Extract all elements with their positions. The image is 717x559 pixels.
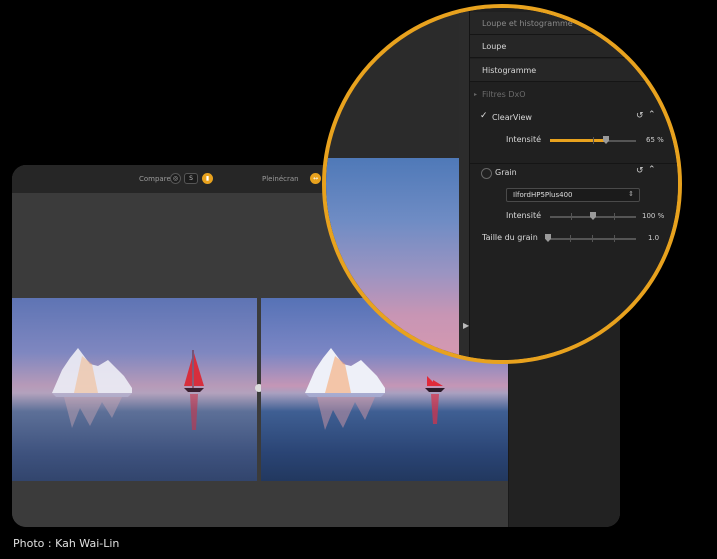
grain-intensity-slider[interactable] <box>550 210 636 224</box>
filters-header[interactable]: ▸ Filtres DxO <box>470 88 678 102</box>
clearview-checkbox-icon[interactable]: ✓ <box>480 111 488 121</box>
grain-checkbox-icon[interactable] <box>481 168 492 179</box>
expand-filters-icon: ▸ <box>474 91 478 98</box>
loupe-label: Loupe <box>482 42 507 51</box>
slider-tick <box>592 235 593 242</box>
histogram-section[interactable]: Histogramme <box>470 59 678 82</box>
iceberg-scene-before <box>52 348 204 430</box>
compare-eye-icon[interactable]: ◎ <box>170 173 181 184</box>
slider-fill <box>550 139 606 142</box>
slider-tick <box>571 213 572 220</box>
compare-label: Comparer <box>139 175 174 183</box>
dxo-settings-panel: Loupe et histogramme Loupe Histogramme ▸… <box>469 8 678 360</box>
grain-size-value: 1.0 <box>648 234 660 242</box>
photo-before <box>12 298 257 481</box>
dropdown-arrows-icon: ⇕ <box>628 190 634 198</box>
magnifier-lens: ▶ Loupe et histogramme Loupe Histogramme… <box>322 4 682 364</box>
clearview-header[interactable]: ✓ ClearView ↺ ⌃ <box>470 110 678 128</box>
slider-tick <box>614 235 615 242</box>
grain-label: Grain <box>495 168 517 177</box>
before-after-label: Pleinécran <box>262 175 299 183</box>
clearview-intensity-slider[interactable] <box>550 134 636 148</box>
clearview-intensity-row: Intensité 65 % <box>470 134 678 148</box>
loupe-histogram-section[interactable]: Loupe et histogramme <box>470 12 678 35</box>
split-view-label: S <box>189 175 193 182</box>
reset-grain-icon[interactable]: ↺ <box>636 166 644 176</box>
split-active-icon[interactable]: ▮ <box>202 173 213 184</box>
grain-size-slider[interactable] <box>545 232 636 246</box>
grain-size-label: Taille du grain <box>482 233 538 242</box>
clearview-intensity-label: Intensité <box>506 135 542 144</box>
split-view-button[interactable]: S <box>184 173 198 184</box>
panel-gutter <box>459 8 469 360</box>
grain-intensity-label: Intensité <box>506 211 542 220</box>
clearview-label: ClearView <box>492 113 532 122</box>
collapse-grain-chevron-icon[interactable]: ⌃ <box>648 165 656 175</box>
histogram-label: Histogramme <box>482 66 537 75</box>
before-after-toggle[interactable]: ↔ <box>310 173 321 184</box>
grain-header[interactable]: Grain ↺ ⌃ <box>470 163 678 182</box>
reset-clearview-icon[interactable]: ↺ <box>636 111 644 121</box>
collapse-clearview-chevron-icon[interactable]: ⌃ <box>648 110 656 120</box>
slider-thumb[interactable] <box>603 136 609 144</box>
clearview-intensity-value: 65 % <box>646 136 664 144</box>
grain-intensity-row: Intensité 100 % <box>470 210 678 224</box>
photo-credit: Photo : Kah Wai-Lin <box>13 537 120 550</box>
section-title-partial: Loupe et histogramme <box>482 19 573 28</box>
grain-film-value: IlfordHP5Plus400 <box>513 191 573 199</box>
slider-tick <box>593 137 594 144</box>
zoomed-photo-sky <box>326 158 459 360</box>
filters-header-label: Filtres DxO <box>482 90 526 99</box>
grain-film-dropdown[interactable]: IlfordHP5Plus400 ⇕ <box>506 188 640 202</box>
grain-size-row: Taille du grain 1.0 <box>470 232 678 246</box>
grain-intensity-value: 100 % <box>642 212 665 220</box>
loupe-section[interactable]: Loupe <box>470 35 678 58</box>
slider-thumb[interactable] <box>590 212 596 220</box>
slider-tick <box>614 213 615 220</box>
slider-tick <box>570 235 571 242</box>
slider-thumb[interactable] <box>545 234 551 242</box>
before-after-badge: ↔ <box>312 175 319 182</box>
